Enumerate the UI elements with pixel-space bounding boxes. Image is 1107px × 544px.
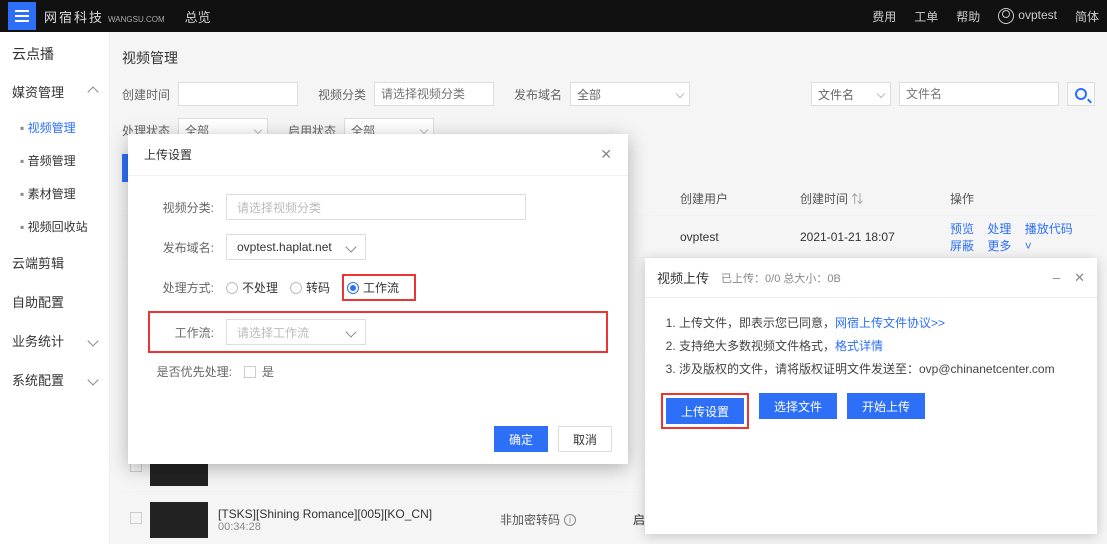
- video-title: [TSKS][Shining Romance][005][KO_CN]: [218, 507, 432, 521]
- brand-logo: 网宿科技 WANGSU.COM: [44, 7, 165, 26]
- radio-none[interactable]: 不处理: [226, 279, 278, 296]
- brand-cn: 网宿科技: [44, 7, 104, 26]
- modal-domain-select[interactable]: ovptest.haplat.net: [226, 234, 366, 260]
- chevron-up-icon: [87, 86, 98, 97]
- nav-lang[interactable]: 简体: [1075, 8, 1099, 25]
- cell-user: ovptest: [680, 230, 800, 244]
- close-icon[interactable]: ✕: [1074, 270, 1085, 286]
- upload-note-3: 涉及版权的文件，请将版权证明文件发送至：ovp@chinanetcenter.c…: [679, 360, 1081, 377]
- chevron-down-icon: [345, 326, 356, 337]
- sidebar-item-audio-mgmt[interactable]: 音频管理: [0, 144, 109, 177]
- sidebar-item-material-mgmt[interactable]: 素材管理: [0, 177, 109, 210]
- search-button[interactable]: [1067, 82, 1095, 106]
- chevron-down-icon: [345, 241, 356, 252]
- upload-note-2: 支持绝大多数视频文件格式，格式详情: [679, 337, 1081, 354]
- chevron-down-icon: [420, 126, 428, 134]
- top-bar: 网宿科技 WANGSU.COM 总览 费用 工单 帮助 ovptest 简体: [0, 0, 1107, 32]
- op-block[interactable]: 屏蔽: [950, 239, 974, 253]
- minimize-icon[interactable]: –: [1053, 270, 1060, 286]
- nav-cost[interactable]: 费用: [872, 8, 896, 25]
- chevron-down-icon: [87, 374, 98, 385]
- radio-workflow[interactable]: 工作流: [347, 279, 399, 296]
- category-input[interactable]: [374, 82, 494, 106]
- label-modal-category: 视频分类:: [152, 199, 214, 216]
- confirm-button[interactable]: 确定: [494, 426, 548, 452]
- chevron-down-icon: [676, 90, 684, 98]
- video-duration: 00:34:28: [218, 521, 432, 533]
- format-details-link[interactable]: 格式详情: [835, 339, 883, 353]
- cell-time: 2021-01-21 18:07: [800, 230, 950, 244]
- op-code[interactable]: 播放代码: [1025, 222, 1073, 236]
- page-title: 视频管理: [122, 40, 1095, 76]
- row-checkbox[interactable]: [130, 512, 142, 524]
- op-preview[interactable]: 预览: [950, 222, 974, 236]
- label-modal-process: 处理方式:: [152, 279, 214, 296]
- close-icon[interactable]: ✕: [600, 146, 612, 163]
- video-upload-panel: 视频上传 已上传：0/0 总大小：0B – ✕ 上传文件，即表示您已同意，网宿上…: [645, 258, 1097, 534]
- upload-settings-button[interactable]: 上传设置: [666, 398, 744, 424]
- sidebar-item-self-config[interactable]: 自助配置: [0, 282, 109, 321]
- search-input[interactable]: [899, 82, 1059, 106]
- info-icon[interactable]: i: [564, 514, 576, 526]
- sidebar-group-media[interactable]: 媒资管理: [0, 72, 109, 111]
- cancel-button[interactable]: 取消: [558, 426, 612, 452]
- label-create-time: 创建时间: [122, 86, 170, 103]
- sidebar-item-cloud-edit[interactable]: 云端剪辑: [0, 243, 109, 282]
- publish-domain-select[interactable]: 全部: [570, 82, 690, 106]
- create-time-input[interactable]: [178, 82, 298, 106]
- sidebar-item-video-recycle[interactable]: 视频回收站: [0, 210, 109, 243]
- chevron-down-icon: [254, 126, 262, 134]
- modal-category-input[interactable]: 请选择视频分类: [226, 194, 526, 220]
- sidebar-group-biz-stats[interactable]: 业务统计: [0, 321, 109, 360]
- video-cell[interactable]: [TSKS][Shining Romance][005][KO_CN] 00:3…: [150, 502, 470, 538]
- enc-label: 非加密转码: [500, 511, 560, 528]
- chevron-down-icon: [87, 335, 98, 346]
- sidebar-group-sys-config[interactable]: 系统配置: [0, 360, 109, 399]
- overview-tab[interactable]: 总览: [185, 7, 211, 26]
- label-video-category: 视频分类: [318, 86, 366, 103]
- search-type-select[interactable]: 文件名: [811, 82, 891, 106]
- upload-agreement-link[interactable]: 网宿上传文件协议>>: [835, 316, 945, 330]
- op-more[interactable]: 更多: [987, 239, 1011, 253]
- op-process[interactable]: 处理: [987, 222, 1011, 236]
- chevron-down-icon: [877, 90, 885, 98]
- label-modal-domain: 发布域名:: [152, 239, 214, 256]
- priority-yes-label: 是: [262, 363, 274, 380]
- nav-help[interactable]: 帮助: [956, 8, 980, 25]
- brand-en: WANGSU.COM: [108, 15, 165, 24]
- radio-transcode[interactable]: 转码: [290, 279, 330, 296]
- label-modal-workflow: 工作流:: [152, 324, 214, 341]
- upload-settings-modal: 上传设置 ✕ 视频分类: 请选择视频分类 发布域名: ovptest.hapla…: [128, 134, 628, 464]
- sidebar-item-video-mgmt[interactable]: 视频管理: [0, 111, 109, 144]
- modal-workflow-select[interactable]: 请选择工作流: [226, 319, 366, 345]
- col-user-label: 创建用户: [680, 190, 800, 207]
- select-file-button[interactable]: 选择文件: [759, 393, 837, 419]
- priority-checkbox[interactable]: [244, 366, 256, 378]
- modal-title: 上传设置: [144, 146, 192, 163]
- video-thumb: [150, 502, 208, 538]
- col-ops-label: 操作: [950, 190, 1095, 207]
- product-title: 云点播: [0, 36, 109, 72]
- label-publish-domain: 发布域名: [514, 86, 562, 103]
- hamburger-menu-button[interactable]: [8, 2, 36, 30]
- avatar-icon: [998, 8, 1014, 24]
- col-time-label[interactable]: 创建时间 ⇅: [800, 190, 950, 207]
- nav-user[interactable]: ovptest: [998, 8, 1057, 24]
- label-modal-priority: 是否优先处理:: [152, 363, 232, 380]
- sidebar: 云点播 媒资管理 视频管理 音频管理 素材管理 视频回收站 云端剪辑 自助配置 …: [0, 32, 110, 544]
- search-icon: [1075, 88, 1087, 100]
- start-upload-button[interactable]: 开始上传: [847, 393, 925, 419]
- upload-stats: 已上传：0/0 总大小：0B: [721, 270, 841, 286]
- upload-note-1: 上传文件，即表示您已同意，网宿上传文件协议>>: [679, 314, 1081, 331]
- upload-panel-title: 视频上传: [657, 268, 709, 287]
- nav-ticket[interactable]: 工单: [914, 8, 938, 25]
